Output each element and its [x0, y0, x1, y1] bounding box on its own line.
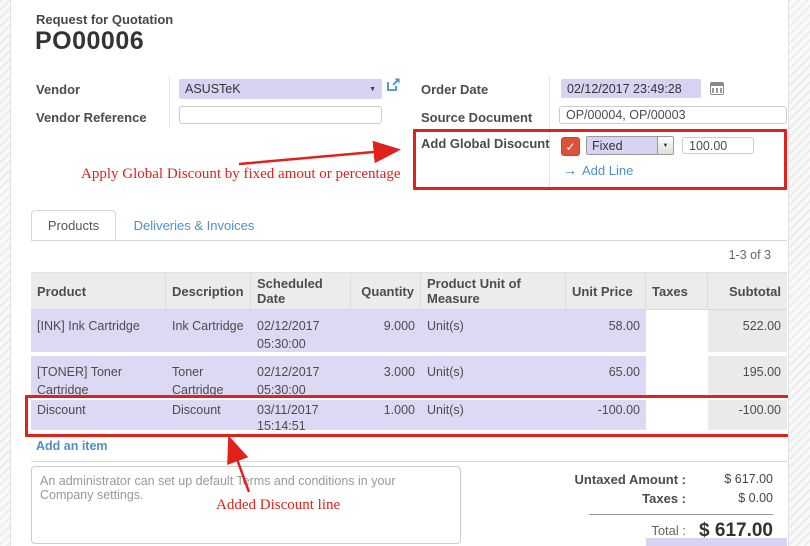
- taxes-label: Taxes :: [471, 489, 686, 508]
- col-scheduled-date: Scheduled Date: [251, 272, 351, 310]
- vendor-reference-input[interactable]: [179, 106, 382, 124]
- check-icon: ✓: [565, 140, 575, 154]
- cell-scheduled-date[interactable]: 03/11/2017 15:14:51: [251, 400, 351, 432]
- cell-product[interactable]: [TONER] Toner Cartridge: [31, 356, 166, 398]
- cell-quantity[interactable]: 3.000: [351, 356, 421, 398]
- cell-uom[interactable]: Unit(s): [421, 400, 566, 432]
- cutoff-highlight-strip: [646, 538, 787, 546]
- order-date-value: 02/12/2017 23:49:28: [567, 82, 682, 96]
- cell-taxes[interactable]: [646, 356, 708, 398]
- cell-unit-price[interactable]: 58.00: [566, 310, 646, 354]
- cell-subtotal[interactable]: 522.00: [708, 310, 787, 354]
- cell-subtotal[interactable]: -100.00: [708, 400, 787, 432]
- annotation-note-bottom: Added Discount line: [216, 497, 340, 514]
- arrow-to-global-discount: [239, 150, 396, 164]
- vendor-select[interactable]: ASUSTeK ▼: [179, 79, 382, 99]
- cell-product[interactable]: [INK] Ink Cartridge: [31, 310, 166, 354]
- table-row-discount[interactable]: Discount Discount 03/11/2017 15:14:51 1.…: [31, 400, 787, 432]
- add-item-row: Add an item: [31, 432, 787, 462]
- table-row-ink[interactable]: [INK] Ink Cartridge Ink Cartridge 02/12/…: [31, 310, 787, 354]
- pager: 1-3 of 3: [729, 248, 771, 262]
- cell-description[interactable]: Ink Cartridge: [166, 310, 251, 354]
- tab-deliveries-invoices-label: Deliveries & Invoices: [134, 218, 255, 233]
- global-discount-label: Add Global Disocunt: [421, 136, 550, 151]
- table-row-toner[interactable]: [TONER] Toner Cartridge Toner Cartridge …: [31, 356, 787, 398]
- cell-taxes[interactable]: [646, 310, 708, 354]
- cell-quantity[interactable]: 1.000: [351, 400, 421, 432]
- col-quantity: Quantity: [351, 272, 421, 310]
- cell-subtotal[interactable]: 195.00: [708, 356, 787, 398]
- tab-deliveries-invoices[interactable]: Deliveries & Invoices: [119, 210, 269, 240]
- taxes-value: $ 0.00: [686, 489, 773, 508]
- cell-scheduled-date[interactable]: 02/12/2017 05:30:00: [251, 310, 351, 354]
- cell-scheduled-date[interactable]: 02/12/2017 05:30:00: [251, 356, 351, 398]
- cell-quantity[interactable]: 9.000: [351, 310, 421, 354]
- cell-uom[interactable]: Unit(s): [421, 356, 566, 398]
- untaxed-amount-row: Untaxed Amount : $ 617.00: [471, 470, 773, 489]
- col-subtotal: Subtotal: [708, 272, 787, 310]
- col-uom: Product Unit of Measure: [421, 272, 566, 310]
- chevron-down-icon[interactable]: ▼: [657, 137, 673, 154]
- group-separator-left: [169, 76, 170, 128]
- discount-type-value: Fixed: [587, 137, 657, 154]
- discount-type-select[interactable]: Fixed ▼: [586, 136, 674, 155]
- chevron-down-icon[interactable]: ▼: [369, 86, 376, 93]
- add-an-item-link[interactable]: Add an item: [36, 439, 108, 453]
- cell-unit-price[interactable]: 65.00: [566, 356, 646, 398]
- untaxed-amount-value: $ 617.00: [686, 470, 773, 489]
- col-unit-price: Unit Price: [566, 272, 646, 310]
- add-line-label: Add Line: [582, 163, 633, 178]
- cell-description[interactable]: Toner Cartridge: [166, 356, 251, 398]
- order-date-field[interactable]: 02/12/2017 23:49:28: [561, 79, 701, 98]
- col-taxes: Taxes: [646, 272, 708, 310]
- arrow-right-icon: →: [563, 162, 577, 178]
- annotation-note-top: Apply Global Discount by fixed amout or …: [81, 166, 426, 183]
- form-sheet: Request for Quotation PO00006 Vendor ASU…: [10, 0, 789, 546]
- add-line-link[interactable]: → Add Line: [563, 162, 633, 178]
- order-date-label: Order Date: [421, 82, 488, 97]
- page-title: PO00006: [35, 27, 144, 56]
- cell-taxes[interactable]: [646, 400, 708, 432]
- cell-unit-price[interactable]: -100.00: [566, 400, 646, 432]
- taxes-row: Taxes : $ 0.00: [471, 489, 773, 508]
- col-product: Product: [31, 272, 166, 310]
- tab-products-label: Products: [48, 218, 99, 233]
- calendar-icon[interactable]: [710, 82, 724, 95]
- totals-divider: [589, 514, 773, 515]
- group-separator-right: [549, 76, 550, 188]
- vendor-value: ASUSTeK: [185, 82, 241, 96]
- document-type-label: Request for Quotation: [36, 12, 173, 27]
- tab-products[interactable]: Products: [31, 210, 116, 240]
- source-document-label: Source Document: [421, 110, 532, 125]
- source-document-input[interactable]: [559, 106, 787, 124]
- global-discount-checkbox[interactable]: ✓: [561, 137, 580, 156]
- tabs-divider: [31, 240, 787, 241]
- cell-uom[interactable]: Unit(s): [421, 310, 566, 354]
- untaxed-amount-label: Untaxed Amount :: [471, 470, 686, 489]
- totals-block: Untaxed Amount : $ 617.00 Taxes : $ 0.00…: [471, 470, 773, 543]
- cell-description[interactable]: Discount: [166, 400, 251, 432]
- vendor-label: Vendor: [36, 82, 80, 97]
- table-header: Product Description Scheduled Date Quant…: [31, 272, 787, 310]
- open-record-icon[interactable]: [386, 77, 401, 97]
- col-description: Description: [166, 272, 251, 310]
- vendor-reference-label: Vendor Reference: [36, 110, 147, 125]
- cell-product[interactable]: Discount: [31, 400, 166, 432]
- discount-amount-input[interactable]: [682, 137, 754, 154]
